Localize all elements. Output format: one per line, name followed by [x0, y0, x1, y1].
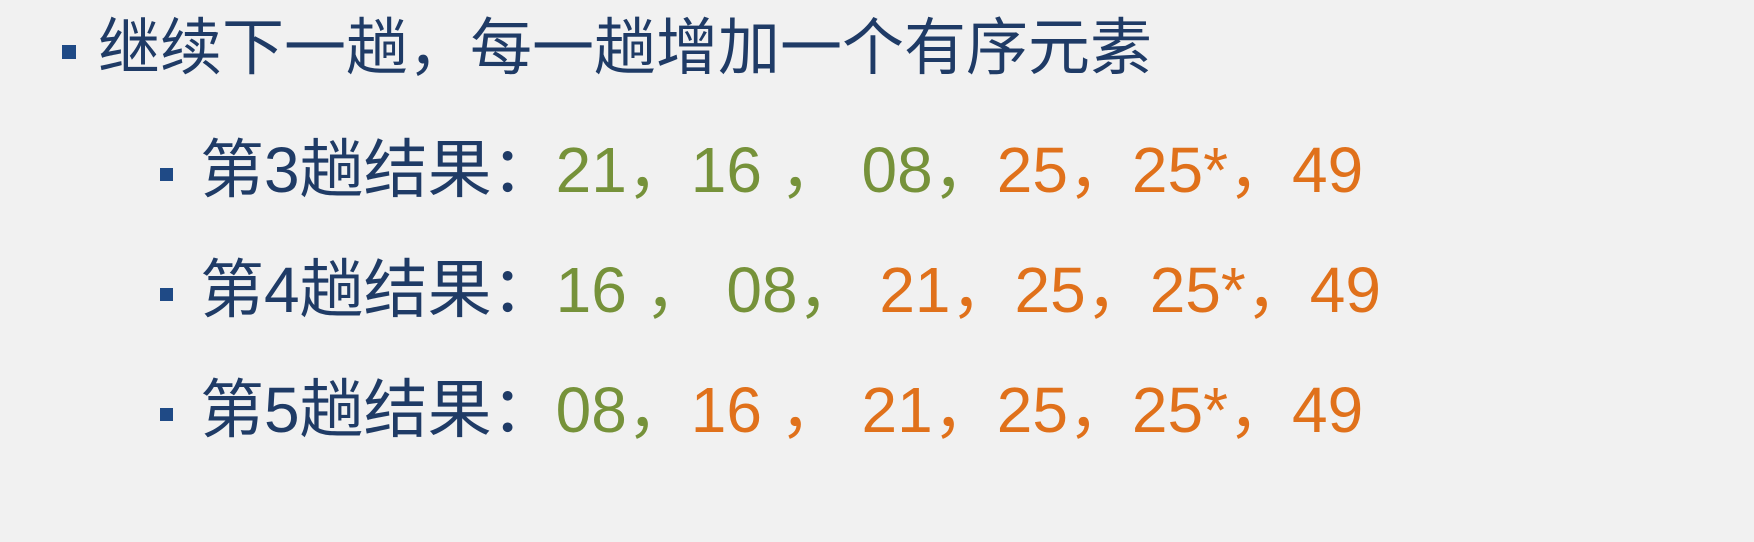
pass-result-row: 第5趟结果：08，16 ， 21，25，25*，49: [200, 378, 1363, 442]
sorted-element: ，: [1085, 254, 1150, 326]
bullet-icon: [62, 45, 76, 59]
unsorted-element: 16 ，: [555, 254, 709, 326]
sorted-element: ，: [1067, 374, 1132, 446]
bullet-icon: [160, 168, 173, 181]
sorted-element: ，: [950, 254, 1015, 326]
unsorted-element: ，: [932, 134, 997, 206]
unsorted-element: 08: [555, 374, 627, 446]
pass-result-row: 第3趟结果：21，16 ， 08，25，25*，49: [200, 138, 1363, 202]
bullet-icon: [160, 288, 173, 301]
sorted-element: 49: [1292, 134, 1364, 206]
pass-label: 第3趟结果：: [200, 134, 556, 206]
unsorted-element: ，: [626, 134, 691, 206]
sorted-element: ，: [932, 374, 997, 446]
unsorted-element: ，: [797, 254, 862, 326]
sorted-element: 25: [996, 134, 1068, 206]
sorted-element: 25*: [1149, 254, 1246, 326]
pass-label: 第5趟结果：: [200, 374, 556, 446]
unsorted-element: 16 ，: [690, 134, 844, 206]
unsorted-element: 21: [555, 134, 627, 206]
sorted-element: 21: [843, 374, 933, 446]
heading: 继续下一趟，每一趟增加一个有序元素: [98, 14, 1153, 83]
sorted-element: 49: [1292, 374, 1364, 446]
sorted-element: ，: [1228, 374, 1292, 446]
sorted-element: 16 ，: [690, 374, 844, 446]
sorted-element: ，: [1067, 134, 1132, 206]
sorted-element: 21: [861, 254, 951, 326]
sorted-element: 49: [1309, 254, 1381, 326]
bullet-icon: [160, 408, 173, 421]
sorted-element: 25: [996, 374, 1068, 446]
unsorted-element: 08: [708, 254, 798, 326]
unsorted-element: 08: [843, 134, 933, 206]
pass-label: 第4趟结果：: [200, 254, 556, 326]
sorted-element: ，: [1245, 254, 1310, 326]
sorted-element: 25*: [1131, 134, 1228, 206]
sorted-element: 25: [1014, 254, 1086, 326]
sorted-element: ，: [1228, 134, 1292, 206]
sorted-element: 25*: [1131, 374, 1228, 446]
unsorted-element: ，: [626, 374, 691, 446]
pass-result-row: 第4趟结果：16 ， 08， 21，25，25*，49: [200, 258, 1381, 322]
